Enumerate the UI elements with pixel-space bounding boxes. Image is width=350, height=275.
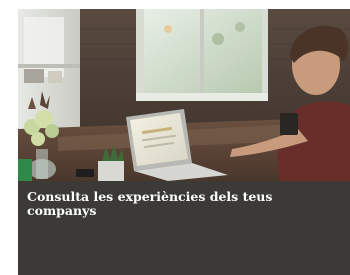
office-photo — [18, 9, 350, 181]
experiences-card[interactable]: Consulta les experiències dels teus comp… — [18, 9, 350, 275]
card-title[interactable]: Consulta les experiències dels teus comp… — [27, 190, 327, 218]
